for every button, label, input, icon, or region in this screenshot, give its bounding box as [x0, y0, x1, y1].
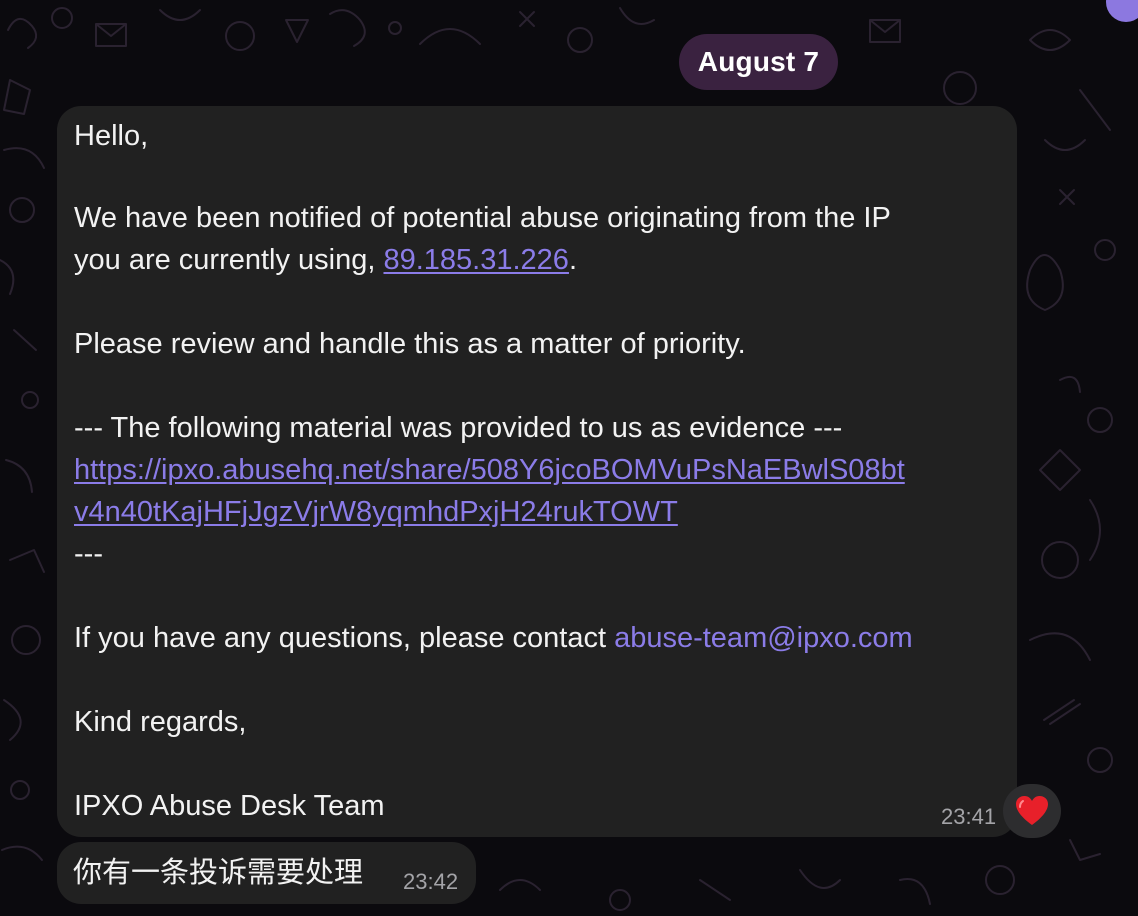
- evidence-link-line-1[interactable]: https://ipxo.abusehq.net/share/508Y6jcoB…: [74, 452, 905, 488]
- reply-timestamp: 23:42: [403, 869, 459, 894]
- reaction-badge[interactable]: [1003, 784, 1061, 838]
- reply-message-bubble[interactable]: 你有一条投诉需要处理 23:42: [57, 842, 476, 904]
- reply-text: 你有一条投诉需要处理: [73, 855, 364, 889]
- ip-address-link[interactable]: 89.185.31.226: [383, 244, 568, 276]
- evidence-footer: ---: [74, 538, 103, 570]
- ip-prefix-text: you are currently using,: [74, 244, 384, 276]
- evidence-link-continued[interactable]: v4n40tKajHFjJgzVjrW8yqmhdPxjH24rukTOWT: [74, 496, 678, 528]
- message-timestamp: 23:41: [941, 804, 997, 829]
- message-paragraph-1-line-2: you are currently using, 89.185.31.226.: [74, 242, 577, 278]
- message-signature: IPXO Abuse Desk Team: [74, 790, 385, 822]
- evidence-header: --- The following material was provided …: [74, 412, 843, 444]
- contact-email-link[interactable]: abuse-team@ipxo.com: [614, 622, 913, 654]
- ip-suffix-text: .: [568, 244, 578, 276]
- evidence-link[interactable]: https://ipxo.abusehq.net/share/508Y6jcoB…: [74, 454, 905, 486]
- evidence-link-line-2[interactable]: v4n40tKajHFjJgzVjrW8yqmhdPxjH24rukTOWT: [74, 494, 678, 530]
- date-separator: August 7: [679, 34, 838, 90]
- message-paragraph-2: Please review and handle this as a matte…: [74, 328, 746, 360]
- incoming-message-bubble[interactable]: Hello, We have been notified of potentia…: [57, 106, 1017, 837]
- message-paragraph-1-line-1: We have been notified of potential abuse…: [74, 202, 891, 234]
- message-closing: Kind regards,: [74, 706, 247, 738]
- contact-prefix: If you have any questions, please contac…: [74, 622, 615, 654]
- message-greeting: Hello,: [74, 120, 149, 152]
- red-heart-icon: [1016, 796, 1048, 825]
- contact-line: If you have any questions, please contac…: [74, 620, 913, 656]
